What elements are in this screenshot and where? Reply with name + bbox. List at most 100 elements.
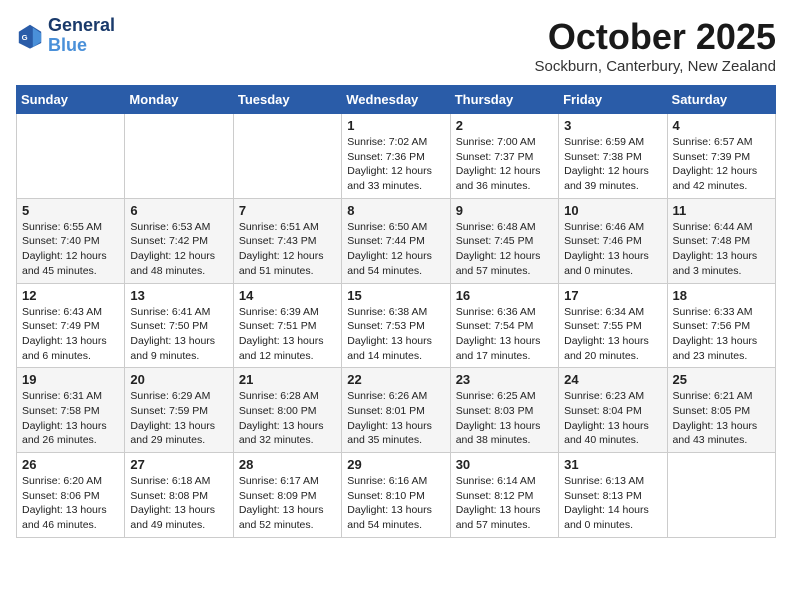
calendar-cell: 11 Sunrise: 6:44 AM Sunset: 7:48 PM Dayli… [667, 198, 775, 283]
weekday-header: Thursday [450, 86, 558, 114]
calendar-cell: 15 Sunrise: 6:38 AM Sunset: 7:53 PM Dayli… [342, 283, 450, 368]
day-number: 25 [673, 372, 770, 387]
day-info: Sunrise: 6:17 AM Sunset: 8:09 PM Dayligh… [239, 474, 336, 533]
day-info: Sunrise: 7:00 AM Sunset: 7:37 PM Dayligh… [456, 135, 553, 194]
day-info: Sunrise: 6:53 AM Sunset: 7:42 PM Dayligh… [130, 220, 227, 279]
calendar-cell: 25 Sunrise: 6:21 AM Sunset: 8:05 PM Dayli… [667, 368, 775, 453]
logo-text: General Blue [48, 16, 115, 56]
calendar-cell: 14 Sunrise: 6:39 AM Sunset: 7:51 PM Dayli… [233, 283, 341, 368]
calendar-cell: 9 Sunrise: 6:48 AM Sunset: 7:45 PM Daylig… [450, 198, 558, 283]
day-number: 26 [22, 457, 119, 472]
day-info: Sunrise: 6:43 AM Sunset: 7:49 PM Dayligh… [22, 305, 119, 364]
weekday-header: Saturday [667, 86, 775, 114]
day-info: Sunrise: 6:48 AM Sunset: 7:45 PM Dayligh… [456, 220, 553, 279]
calendar-cell: 5 Sunrise: 6:55 AM Sunset: 7:40 PM Daylig… [17, 198, 125, 283]
svg-text:G: G [22, 33, 28, 42]
day-number: 20 [130, 372, 227, 387]
day-number: 3 [564, 118, 661, 133]
day-info: Sunrise: 6:16 AM Sunset: 8:10 PM Dayligh… [347, 474, 444, 533]
day-info: Sunrise: 6:31 AM Sunset: 7:58 PM Dayligh… [22, 389, 119, 448]
calendar-cell: 7Sunrise: 6:51 AM Sunset: 7:43 PM Daylig… [233, 198, 341, 283]
day-info: Sunrise: 6:33 AM Sunset: 7:56 PM Dayligh… [673, 305, 770, 364]
day-info: Sunrise: 6:44 AM Sunset: 7:48 PM Dayligh… [673, 220, 770, 279]
day-number: 12 [22, 288, 119, 303]
calendar-cell: 3 Sunrise: 6:59 AM Sunset: 7:38 PM Daylig… [559, 114, 667, 199]
page-header: G General Blue October 2025 Sockburn, Ca… [16, 16, 776, 75]
calendar-cell: 27 Sunrise: 6:18 AM Sunset: 8:08 PM Dayli… [125, 453, 233, 538]
day-number: 31 [564, 457, 661, 472]
calendar-cell: 30 Sunrise: 6:14 AM Sunset: 8:12 PM Dayli… [450, 453, 558, 538]
weekday-header-row: SundayMondayTuesdayWednesdayThursdayFrid… [17, 86, 776, 114]
day-info: Sunrise: 6:14 AM Sunset: 8:12 PM Dayligh… [456, 474, 553, 533]
calendar-cell: 12 Sunrise: 6:43 AM Sunset: 7:49 PM Dayli… [17, 283, 125, 368]
day-info: Sunrise: 6:50 AM Sunset: 7:44 PM Dayligh… [347, 220, 444, 279]
day-info: Sunrise: 6:29 AM Sunset: 7:59 PM Dayligh… [130, 389, 227, 448]
day-number: 22 [347, 372, 444, 387]
day-number: 10 [564, 203, 661, 218]
day-number: 29 [347, 457, 444, 472]
day-number: 18 [673, 288, 770, 303]
day-number: 19 [22, 372, 119, 387]
day-number: 4 [673, 118, 770, 133]
day-number: 6 [130, 203, 227, 218]
weekday-header: Friday [559, 86, 667, 114]
day-info: Sunrise: 6:28 AM Sunset: 8:00 PM Dayligh… [239, 389, 336, 448]
calendar-cell: 17Sunrise: 6:34 AM Sunset: 7:55 PM Dayli… [559, 283, 667, 368]
weekday-header: Tuesday [233, 86, 341, 114]
day-info: Sunrise: 6:34 AM Sunset: 7:55 PM Dayligh… [564, 305, 661, 364]
calendar-cell: 13Sunrise: 6:41 AM Sunset: 7:50 PM Dayli… [125, 283, 233, 368]
calendar-cell: 28Sunrise: 6:17 AM Sunset: 8:09 PM Dayli… [233, 453, 341, 538]
calendar-cell [667, 453, 775, 538]
day-number: 24 [564, 372, 661, 387]
calendar-cell: 6 Sunrise: 6:53 AM Sunset: 7:42 PM Daylig… [125, 198, 233, 283]
weekday-header: Monday [125, 86, 233, 114]
calendar-cell [125, 114, 233, 199]
day-info: Sunrise: 6:13 AM Sunset: 8:13 PM Dayligh… [564, 474, 661, 533]
calendar-cell: 8 Sunrise: 6:50 AM Sunset: 7:44 PM Daylig… [342, 198, 450, 283]
day-info: Sunrise: 6:39 AM Sunset: 7:51 PM Dayligh… [239, 305, 336, 364]
logo-icon: G [16, 22, 44, 50]
calendar-cell: 24 Sunrise: 6:23 AM Sunset: 8:04 PM Dayli… [559, 368, 667, 453]
day-info: Sunrise: 6:41 AM Sunset: 7:50 PM Dayligh… [130, 305, 227, 364]
calendar-cell: 22 Sunrise: 6:26 AM Sunset: 8:01 PM Dayli… [342, 368, 450, 453]
calendar-cell: 16Sunrise: 6:36 AM Sunset: 7:54 PM Dayli… [450, 283, 558, 368]
day-info: Sunrise: 6:18 AM Sunset: 8:08 PM Dayligh… [130, 474, 227, 533]
day-number: 2 [456, 118, 553, 133]
calendar-cell: 19 Sunrise: 6:31 AM Sunset: 7:58 PM Dayli… [17, 368, 125, 453]
day-info: Sunrise: 6:20 AM Sunset: 8:06 PM Dayligh… [22, 474, 119, 533]
day-number: 23 [456, 372, 553, 387]
logo: G General Blue [16, 16, 115, 56]
calendar-cell: 23 Sunrise: 6:25 AM Sunset: 8:03 PM Dayli… [450, 368, 558, 453]
day-number: 16 [456, 288, 553, 303]
day-number: 11 [673, 203, 770, 218]
calendar-cell: 20 Sunrise: 6:29 AM Sunset: 7:59 PM Dayli… [125, 368, 233, 453]
weekday-header: Sunday [17, 86, 125, 114]
day-info: Sunrise: 6:21 AM Sunset: 8:05 PM Dayligh… [673, 389, 770, 448]
day-info: Sunrise: 6:51 AM Sunset: 7:43 PM Dayligh… [239, 220, 336, 279]
weekday-header: Wednesday [342, 86, 450, 114]
day-number: 9 [456, 203, 553, 218]
calendar-cell: 10 Sunrise: 6:46 AM Sunset: 7:46 PM Dayli… [559, 198, 667, 283]
calendar-week-row: 1Sunrise: 7:02 AM Sunset: 7:36 PM Daylig… [17, 114, 776, 199]
day-info: Sunrise: 7:02 AM Sunset: 7:36 PM Dayligh… [347, 135, 444, 194]
day-info: Sunrise: 6:26 AM Sunset: 8:01 PM Dayligh… [347, 389, 444, 448]
day-info: Sunrise: 6:23 AM Sunset: 8:04 PM Dayligh… [564, 389, 661, 448]
calendar-cell [17, 114, 125, 199]
day-info: Sunrise: 6:55 AM Sunset: 7:40 PM Dayligh… [22, 220, 119, 279]
calendar-week-row: 5 Sunrise: 6:55 AM Sunset: 7:40 PM Daylig… [17, 198, 776, 283]
day-info: Sunrise: 6:25 AM Sunset: 8:03 PM Dayligh… [456, 389, 553, 448]
day-info: Sunrise: 6:38 AM Sunset: 7:53 PM Dayligh… [347, 305, 444, 364]
day-info: Sunrise: 6:46 AM Sunset: 7:46 PM Dayligh… [564, 220, 661, 279]
calendar: SundayMondayTuesdayWednesdayThursdayFrid… [16, 85, 776, 538]
day-number: 8 [347, 203, 444, 218]
day-number: 15 [347, 288, 444, 303]
calendar-week-row: 12 Sunrise: 6:43 AM Sunset: 7:49 PM Dayli… [17, 283, 776, 368]
calendar-cell: 21Sunrise: 6:28 AM Sunset: 8:00 PM Dayli… [233, 368, 341, 453]
calendar-cell: 1Sunrise: 7:02 AM Sunset: 7:36 PM Daylig… [342, 114, 450, 199]
day-number: 5 [22, 203, 119, 218]
day-number: 30 [456, 457, 553, 472]
day-info: Sunrise: 6:59 AM Sunset: 7:38 PM Dayligh… [564, 135, 661, 194]
day-number: 27 [130, 457, 227, 472]
day-number: 14 [239, 288, 336, 303]
calendar-cell: 2 Sunrise: 7:00 AM Sunset: 7:37 PM Daylig… [450, 114, 558, 199]
